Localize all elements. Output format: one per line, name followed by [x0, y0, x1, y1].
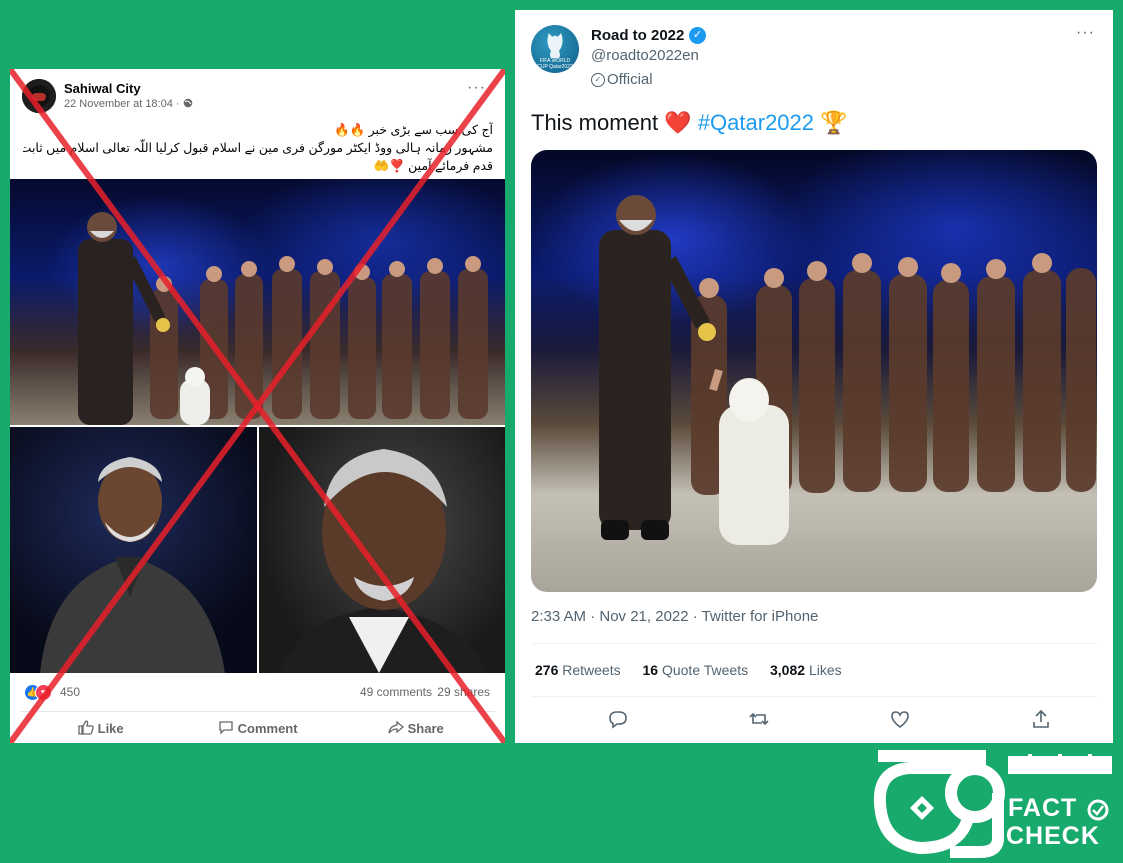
- fact-check-logo: FACT CHECK: [870, 748, 1120, 860]
- reply-icon[interactable]: [607, 708, 629, 730]
- share-label: Share: [407, 721, 444, 736]
- portrait-photo-closeup[interactable]: [259, 427, 505, 673]
- page-name[interactable]: Sahiwal City: [64, 81, 141, 96]
- quote-tweets-stat[interactable]: 16 Quote Tweets: [643, 662, 749, 678]
- comment-icon: [219, 721, 233, 735]
- comment-button[interactable]: Comment: [218, 720, 298, 736]
- account-avatar[interactable]: FIFA WORLD CUP Qatar2022: [531, 25, 579, 73]
- quote-count: 16: [642, 662, 659, 678]
- page-avatar[interactable]: [22, 79, 56, 113]
- verified-badge-icon: ✓: [689, 27, 706, 44]
- trophy-emoji-icon: 🏆: [820, 110, 848, 135]
- more-options-icon[interactable]: ···: [467, 79, 486, 97]
- comments-count[interactable]: 49 comments: [360, 685, 432, 699]
- like-heart-icon[interactable]: [889, 708, 911, 730]
- likes-label: Likes: [808, 662, 842, 678]
- tweet-body: This moment: [531, 110, 659, 135]
- divider: [531, 643, 1097, 644]
- avatar-text: FIFA WORLD CUP Qatar2022: [537, 58, 573, 70]
- tweet-stats: 276 Retweets 16 Quote Tweets 3,082 Likes: [535, 662, 842, 678]
- official-label: Official: [607, 71, 653, 88]
- share-button[interactable]: Share: [388, 720, 444, 736]
- like-button[interactable]: Like: [78, 720, 124, 736]
- account-handle[interactable]: @roadto2022en: [591, 47, 699, 64]
- post-text-line: مشہور زمانہ ہالی ووڈ ایکٹر مورگن فری مین…: [23, 141, 493, 155]
- more-options-icon[interactable]: ···: [1076, 24, 1095, 42]
- share-upload-icon[interactable]: [1030, 708, 1052, 730]
- display-name[interactable]: Road to 2022: [591, 27, 684, 44]
- share-icon: [388, 720, 405, 734]
- reactions[interactable]: 👍 ♥: [24, 684, 52, 701]
- globe-icon: [183, 98, 192, 108]
- like-label: Like: [97, 721, 124, 736]
- post-stats: 👍 ♥ 450 49 comments 29 shares: [24, 683, 490, 701]
- tweet-photo-illustration: [599, 195, 1096, 545]
- retweet-icon[interactable]: [748, 708, 770, 730]
- post-text: آج کی سب سے بڑی خبر 🔥🔥 مشہور زمانہ ہالی …: [23, 121, 493, 175]
- post-actions: Like Comment Share: [20, 711, 495, 742]
- love-reaction-icon: ♥: [35, 684, 52, 701]
- post-text-line: آج کی سب سے بڑی خبر 🔥🔥: [334, 123, 493, 137]
- hashtag-link[interactable]: #Qatar2022: [698, 110, 814, 135]
- likes-stat[interactable]: 3,082 Likes: [770, 662, 842, 678]
- tweet-actions: [531, 708, 1097, 732]
- facebook-post-card: Sahiwal City 22 November at 18:04 · ··· …: [10, 69, 505, 743]
- tweet-timestamp[interactable]: 2:33 AM · Nov 21, 2022 · Twitter for iPh…: [531, 608, 818, 625]
- comment-label: Comment: [237, 721, 298, 736]
- ceremony-photo[interactable]: [10, 179, 505, 425]
- thumbs-up-icon: [78, 720, 94, 735]
- post-text-line: قدم فرمائے آمین ❣️🤲: [373, 159, 493, 173]
- tweet-card: FIFA WORLD CUP Qatar2022 Road to 2022 ✓ …: [515, 10, 1113, 743]
- tweet-photo[interactable]: [531, 150, 1097, 592]
- post-header: Sahiwal City 22 November at 18:04 · ···: [22, 79, 492, 115]
- shares-count[interactable]: 29 shares: [437, 685, 490, 699]
- logo-fact-text: FACT: [1008, 794, 1078, 822]
- timestamp-text: 22 November at 18:04 ·: [64, 98, 180, 110]
- portrait-photo-suit[interactable]: [10, 427, 257, 673]
- tweet-text: This moment ❤️ #Qatar2022 🏆: [531, 110, 848, 136]
- quote-label: Quote Tweets: [661, 662, 749, 678]
- ceremony-illustration: [78, 212, 488, 425]
- reaction-count[interactable]: 450: [60, 685, 80, 699]
- likes-count: 3,082: [770, 662, 806, 678]
- portrait-illustration: [40, 457, 225, 673]
- closeup-illustration: [279, 449, 489, 673]
- logo-check-text: CHECK: [1006, 822, 1100, 850]
- retweets-count: 276: [535, 662, 559, 678]
- heart-emoji-icon: ❤️: [664, 110, 692, 135]
- retweets-label: Retweets: [562, 662, 621, 678]
- retweets-stat[interactable]: 276 Retweets: [535, 662, 621, 678]
- official-label-icon: ✓: [591, 73, 605, 87]
- divider: [531, 696, 1097, 697]
- post-timestamp[interactable]: 22 November at 18:04 ·: [64, 98, 193, 110]
